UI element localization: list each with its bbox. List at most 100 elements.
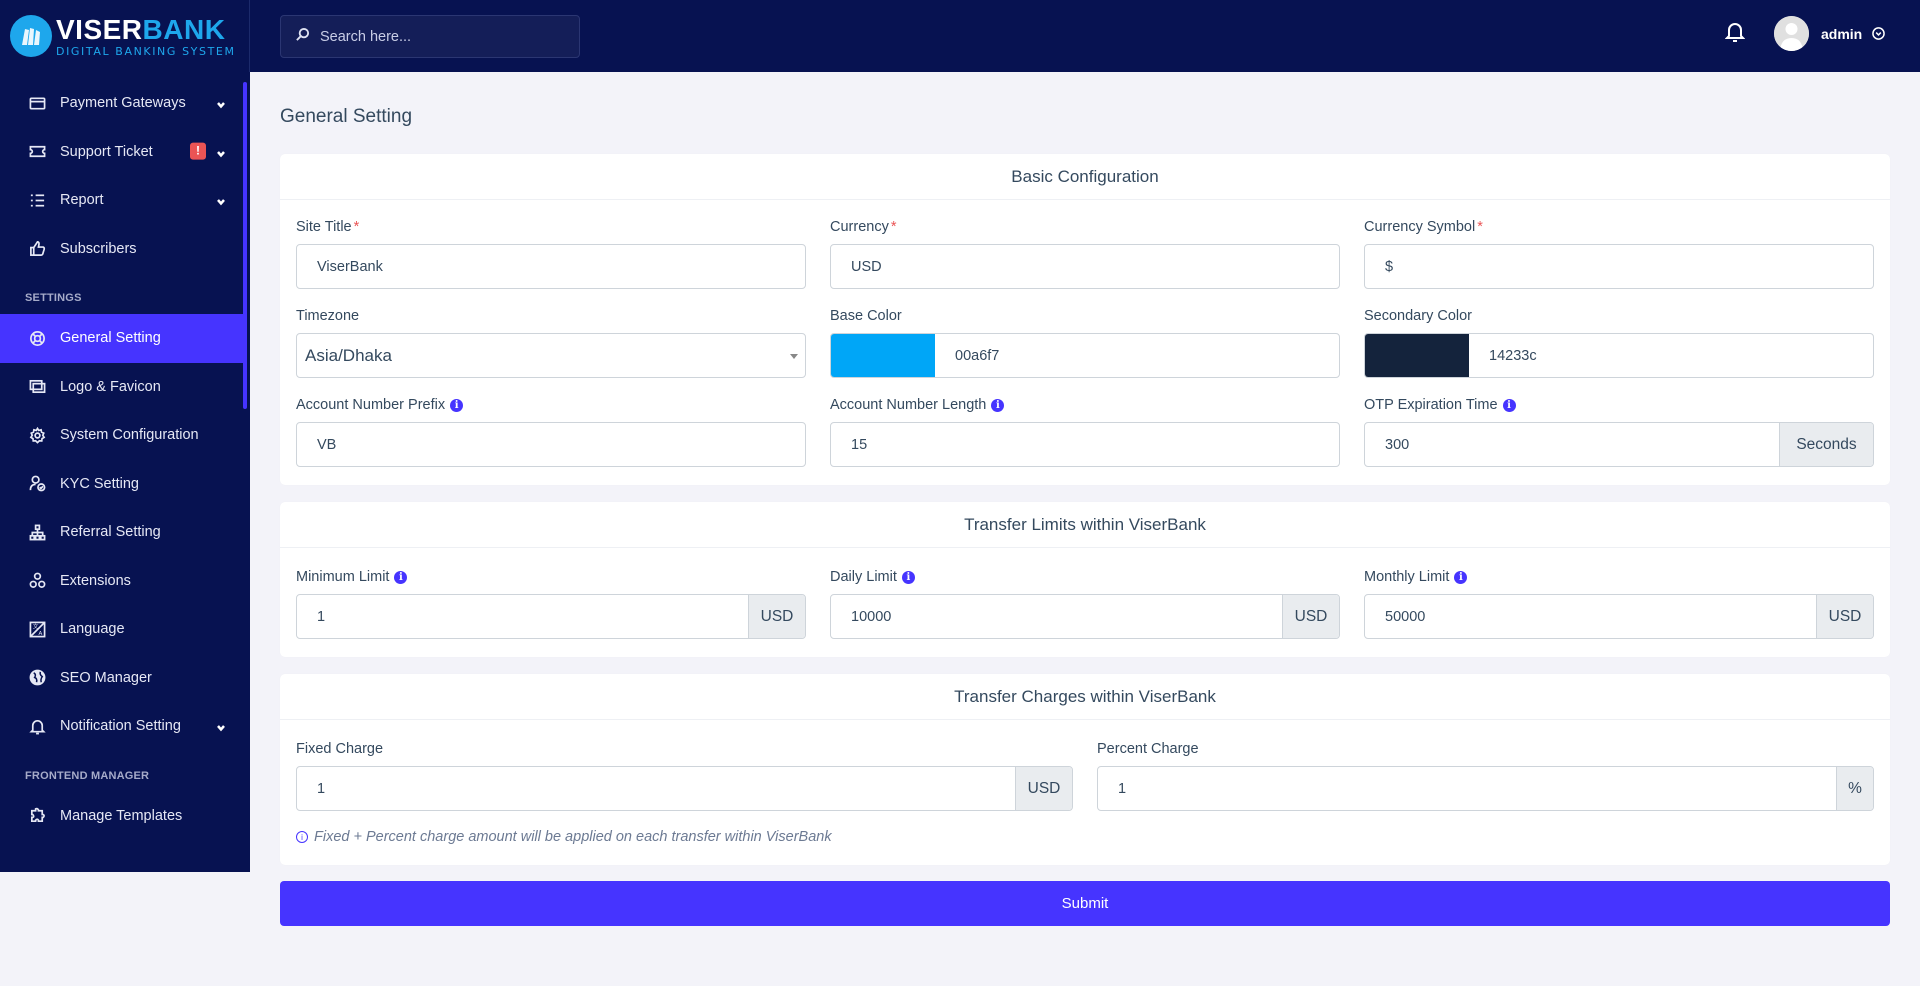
- svg-text:文: 文: [32, 622, 38, 630]
- info-icon[interactable]: i: [450, 398, 464, 412]
- sidebar-item-label: Payment Gateways: [60, 95, 186, 112]
- sidebar-item-extensions[interactable]: Extensions: [0, 557, 246, 606]
- logo-icon: [10, 15, 52, 57]
- site-title-field: Site Title *: [296, 218, 806, 289]
- field-label: Monthly Limit: [1364, 569, 1450, 585]
- sidebar-item-payment-gateways[interactable]: Payment Gateways: [0, 79, 246, 128]
- brand-tagline: DIGITAL BANKING SYSTEM: [56, 44, 236, 58]
- currency-field: Currency *: [830, 218, 1340, 289]
- thumbs-up-icon: [28, 240, 46, 258]
- field-label: Percent Charge: [1097, 741, 1199, 757]
- chevron-down-icon: [216, 147, 226, 158]
- base-color-input[interactable]: [935, 334, 1339, 377]
- info-icon[interactable]: i: [394, 570, 408, 584]
- sidebar-item-label: Extensions: [60, 572, 131, 589]
- sidebar-item-label: Notification Setting: [60, 718, 181, 735]
- secondary-color-picker[interactable]: [1365, 334, 1469, 377]
- info-icon[interactable]: i: [991, 398, 1005, 412]
- info-icon[interactable]: i: [1454, 570, 1468, 584]
- main-content: General Setting Basic Configuration Site…: [280, 72, 1890, 926]
- field-label: Account Number Prefix: [296, 397, 446, 413]
- charge-hint-text: Fixed + Percent charge amount will be ap…: [314, 829, 832, 845]
- bell-icon: [28, 717, 46, 735]
- credit-card-icon: [28, 94, 46, 112]
- field-label: OTP Expiration Time: [1364, 397, 1498, 413]
- ticket-alert-badge: !: [190, 142, 206, 160]
- sidebar-item-kyc-setting[interactable]: KYC Setting: [0, 460, 246, 509]
- site-title-input[interactable]: [297, 245, 805, 288]
- account-length-input[interactable]: [831, 423, 1339, 466]
- search-box[interactable]: [280, 15, 580, 58]
- sidebar-item-seo-manager[interactable]: SEO Manager: [0, 654, 246, 703]
- info-icon[interactable]: i: [901, 570, 915, 584]
- sidebar-item-label: Subscribers: [60, 240, 137, 257]
- info-icon[interactable]: i: [1502, 398, 1516, 412]
- minimum-limit-field: Minimum Limit i USD: [296, 568, 806, 639]
- field-label: Timezone: [296, 308, 360, 324]
- monthly-limit-input[interactable]: [1365, 595, 1816, 638]
- daily-limit-input[interactable]: [831, 595, 1282, 638]
- account-prefix-input[interactable]: [297, 423, 805, 466]
- percent-charge-input[interactable]: [1098, 767, 1836, 810]
- field-label: Minimum Limit: [296, 569, 390, 585]
- chevron-down-icon: [216, 721, 226, 732]
- puzzle-icon: [28, 807, 46, 825]
- globe-icon: [28, 669, 46, 687]
- images-icon: [28, 378, 46, 396]
- required-mark: *: [1477, 219, 1483, 235]
- sidebar-item-referral-setting[interactable]: Referral Setting: [0, 508, 246, 557]
- sidebar-item-language[interactable]: 文A Language: [0, 605, 246, 654]
- field-label: Site Title: [296, 219, 352, 235]
- secondary-color-input[interactable]: [1469, 334, 1873, 377]
- sidebar-item-general-setting[interactable]: General Setting: [0, 314, 246, 363]
- sidebar-item-report[interactable]: Report: [0, 176, 246, 225]
- sidebar-item-system-configuration[interactable]: System Configuration: [0, 411, 246, 460]
- field-label: Base Color: [830, 308, 902, 324]
- currency-addon: USD: [1015, 767, 1072, 810]
- field-label: Currency: [830, 219, 889, 235]
- sitemap-icon: [28, 523, 46, 541]
- sidebar-item-label: General Setting: [60, 330, 161, 347]
- sidebar-item-label: KYC Setting: [60, 475, 139, 492]
- basic-configuration-card: Basic Configuration Site Title* Currency…: [280, 154, 1890, 485]
- search-input[interactable]: [320, 28, 560, 45]
- minimum-limit-input[interactable]: [297, 595, 748, 638]
- field-label: Currency Symbol: [1364, 219, 1476, 235]
- currency-input[interactable]: [831, 245, 1339, 288]
- fixed-charge-field: Fixed Charge USD: [296, 740, 1073, 811]
- field-label: Fixed Charge: [296, 741, 384, 757]
- submit-button[interactable]: Submit: [280, 881, 1890, 926]
- avatar: [1774, 16, 1809, 51]
- sidebar-item-label: Logo & Favicon: [60, 378, 161, 395]
- sidebar-item-label: SEO Manager: [60, 669, 152, 686]
- required-mark: *: [890, 219, 897, 235]
- sidebar-item-logo-favicon[interactable]: Logo & Favicon: [0, 363, 246, 412]
- sidebar-item-subscribers[interactable]: Subscribers: [0, 225, 246, 274]
- account-prefix-field: Account Number Prefix i: [296, 396, 806, 467]
- sidebar-item-manage-templates[interactable]: Manage Templates: [0, 792, 246, 841]
- currency-symbol-input[interactable]: [1365, 245, 1873, 288]
- sidebar-item-support-ticket[interactable]: Support Ticket !: [0, 128, 246, 177]
- field-label: Daily Limit: [830, 569, 897, 585]
- otp-expiration-input[interactable]: [1365, 423, 1779, 466]
- username: admin: [1821, 25, 1863, 42]
- life-ring-icon: [28, 329, 46, 347]
- transfer-limits-card: Transfer Limits within ViserBank Minimum…: [280, 502, 1890, 657]
- user-menu[interactable]: admin: [1774, 16, 1886, 51]
- section-frontend-manager: FRONTEND MANAGER: [25, 769, 150, 782]
- notification-bell-icon[interactable]: [1724, 21, 1746, 43]
- sidebar-item-notification-setting[interactable]: Notification Setting: [0, 702, 246, 751]
- user-check-icon: [28, 475, 46, 493]
- cubes-icon: [28, 572, 46, 590]
- page-title: General Setting: [280, 106, 413, 127]
- timezone-selected-value: Asia/Dhaka: [305, 345, 392, 365]
- sidebar-item-label: Language: [60, 621, 125, 638]
- monthly-limit-field: Monthly Limit i USD: [1364, 568, 1874, 639]
- field-label: Secondary Color: [1364, 308, 1472, 324]
- base-color-picker[interactable]: [831, 334, 935, 377]
- sidebar-item-label: System Configuration: [60, 427, 199, 444]
- fixed-charge-input[interactable]: [297, 767, 1015, 810]
- sidebar-item-label: Support Ticket: [60, 143, 153, 160]
- timezone-select[interactable]: Asia/Dhaka: [296, 333, 806, 378]
- brand-logo[interactable]: VISERBANK DIGITAL BANKING SYSTEM: [0, 0, 250, 72]
